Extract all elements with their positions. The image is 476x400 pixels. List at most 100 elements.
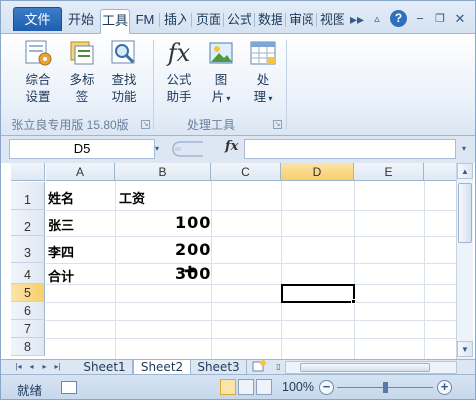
cell-a4[interactable]: 合计 (48, 266, 74, 285)
scroll-down-icon[interactable]: ▼ (457, 341, 473, 357)
group-separator (286, 40, 287, 130)
cell-a3[interactable]: 李四 (48, 242, 74, 261)
row-header-5[interactable]: 5 (11, 284, 45, 302)
formula-bar: D5 ▾ fx ▾ (1, 137, 475, 161)
cell-a2[interactable]: 张三 (48, 215, 74, 234)
horizontal-scrollbar[interactable] (285, 361, 457, 374)
vertical-scrollbar[interactable]: ▲ ▼ (456, 163, 473, 359)
gridline (46, 284, 456, 285)
dialog-launcher-icon[interactable]: ↘ (273, 120, 282, 129)
gridline (281, 181, 282, 359)
cell-b2[interactable]: 100 (175, 213, 211, 232)
multi-tab-icon (67, 38, 97, 68)
row-header-4[interactable]: 4 (11, 263, 45, 284)
collapse-ribbon-icon[interactable]: ▵ (367, 9, 387, 29)
process-button[interactable]: 处 理 ▾ (240, 38, 286, 107)
formula-assistant-label-1: 公式 (166, 73, 192, 87)
horizontal-scroll-thumb[interactable] (300, 363, 430, 372)
sheet-tab-sheet2[interactable]: Sheet2 (133, 360, 191, 375)
row-header-1[interactable]: 1 (11, 182, 45, 210)
next-sheet-icon[interactable]: ▸ (39, 361, 50, 373)
tab-tools[interactable]: 工具 (100, 9, 130, 34)
prev-sheet-icon[interactable]: ◂ (26, 361, 37, 373)
sheet-tab-sheet3[interactable]: Sheet3 (191, 360, 247, 375)
select-all-corner[interactable] (11, 163, 45, 181)
file-tab[interactable]: 文件 (13, 7, 62, 31)
sheet-tab-bar: |◂ ◂ ▸ ▸| Sheet1 Sheet2 Sheet3 ▯ (1, 359, 475, 375)
selected-cell-d5[interactable] (281, 284, 355, 303)
process-label-1: 处 (256, 73, 270, 87)
first-sheet-icon[interactable]: |◂ (13, 361, 24, 373)
group-separator (153, 40, 154, 130)
tab-review[interactable]: 审阅 (289, 9, 313, 32)
picture-icon (206, 38, 236, 68)
last-sheet-icon[interactable]: ▸| (52, 361, 63, 373)
restore-icon[interactable]: ❐ (430, 9, 450, 29)
zoom-in-icon[interactable]: + (437, 380, 452, 395)
fill-handle[interactable] (351, 299, 356, 304)
column-header-e[interactable]: E (354, 163, 424, 181)
cell-b3[interactable]: 200 (175, 240, 211, 259)
name-box-dropdown-icon[interactable]: ▾ (155, 139, 167, 159)
gridline (46, 263, 456, 264)
scroll-up-icon[interactable]: ▲ (457, 163, 473, 179)
macro-record-icon[interactable] (61, 381, 77, 394)
find-function-label-2: 功能 (111, 90, 137, 104)
insert-sheet-icon[interactable] (247, 360, 271, 375)
row-header-6[interactable]: 6 (11, 302, 45, 320)
insert-function-icon[interactable]: fx (225, 139, 238, 154)
find-function-button[interactable]: 查找 功能 (101, 38, 147, 106)
picture-button[interactable]: 图 片 ▾ (198, 38, 244, 107)
cross-cursor-icon: ✚ (184, 263, 196, 279)
general-settings-label-1: 综合 (25, 73, 51, 87)
cell-b1[interactable]: 工资 (119, 188, 145, 207)
tab-split-icon[interactable]: ▯ (273, 361, 284, 373)
tab-home[interactable]: 开始 (67, 9, 95, 32)
tab-insert[interactable]: 插入 (164, 9, 186, 32)
multi-tab-label-2: 签 (75, 90, 89, 104)
normal-view-icon[interactable] (220, 379, 236, 395)
find-function-label-1: 查找 (111, 73, 137, 87)
formula-assistant-button[interactable]: fx 公式 助手 (156, 38, 202, 106)
row-header-2[interactable]: 2 (11, 210, 45, 236)
zoom-slider-thumb[interactable] (383, 382, 388, 393)
tab-formulas[interactable]: 公式 (227, 9, 251, 32)
page-layout-view-icon[interactable] (238, 379, 254, 395)
tab-data[interactable]: 数据 (258, 9, 282, 32)
column-header-d[interactable]: D (281, 163, 354, 181)
zoom-out-icon[interactable]: − (319, 380, 334, 395)
name-box[interactable]: D5 (9, 139, 155, 159)
row-header-3[interactable]: 3 (11, 236, 45, 263)
expand-formula-bar-icon[interactable]: ▾ (457, 139, 471, 159)
picture-label-1: 图 (214, 73, 228, 87)
gridline (46, 302, 456, 303)
tab-page-layout[interactable]: 页面 (196, 9, 220, 32)
gridline (46, 338, 456, 339)
row-header-7[interactable]: 7 (11, 320, 45, 338)
tab-view[interactable]: 视图 (320, 9, 344, 32)
column-header-a[interactable]: A (46, 163, 115, 181)
column-header-c[interactable]: C (211, 163, 281, 181)
tab-separator (191, 13, 192, 27)
multi-tab-button[interactable]: 多标 签 (59, 38, 105, 106)
help-icon[interactable]: ? (390, 10, 407, 27)
find-icon (109, 38, 139, 68)
sheet-tab-sheet1[interactable]: Sheet1 (77, 360, 133, 375)
settings-icon (23, 38, 53, 68)
cell-a1[interactable]: 姓名 (48, 188, 74, 207)
row-header-8[interactable]: 8 (11, 338, 45, 356)
vertical-scroll-thumb[interactable] (458, 183, 472, 243)
close-icon[interactable]: ✕ (450, 9, 470, 29)
minimize-icon[interactable]: − (410, 9, 430, 29)
column-header-partial (424, 163, 456, 181)
dialog-launcher-icon[interactable]: ↘ (141, 120, 150, 129)
zoom-level[interactable]: 100% (282, 380, 314, 394)
picture-label-2: 片 ▾ (211, 90, 231, 104)
formula-input[interactable] (244, 139, 456, 159)
column-header-b[interactable]: B (115, 163, 211, 181)
overflow-icon[interactable]: ▸▸ (347, 9, 367, 29)
tab-fm[interactable]: FM (134, 9, 156, 32)
general-settings-button[interactable]: 综合 设置 (15, 38, 61, 106)
process-icon (248, 38, 278, 68)
page-break-view-icon[interactable] (256, 379, 272, 395)
